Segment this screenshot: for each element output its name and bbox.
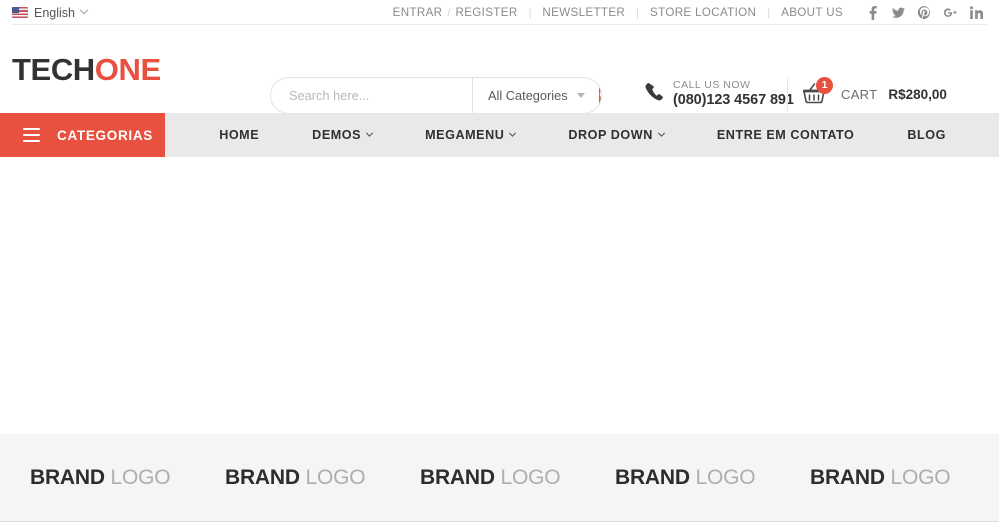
call-us-number: (080)123 4567 891 (673, 92, 794, 108)
facebook-icon[interactable] (866, 5, 879, 20)
linkedin-icon[interactable] (970, 6, 983, 20)
header-divider (787, 77, 788, 111)
social-links (866, 5, 983, 20)
brand-suffix: LOGO (695, 465, 756, 489)
brand-logo-item[interactable]: BRAND LOGO (792, 466, 987, 490)
menu-items: HOME DEMOS MEGAMENU DROP DOWN ENTRE EM C… (165, 113, 999, 157)
link-separator: | (767, 6, 771, 19)
nav-item-label: HOME (219, 128, 260, 142)
brand-name: BRAND (30, 465, 105, 489)
nav-item-megamenu[interactable]: MEGAMENU (425, 128, 568, 142)
nav-item-label: ENTRE EM CONTATO (716, 128, 855, 142)
nav-item-entre-em-contato[interactable]: ENTRE EM CONTATO (717, 128, 908, 142)
category-select[interactable]: All Categories (472, 78, 599, 113)
brand-logo-item[interactable]: BRAND LOGO (207, 466, 402, 490)
call-us-block[interactable]: CALL US NOW (080)123 4567 891 (645, 79, 794, 108)
link-separator: | (528, 6, 532, 19)
twitter-icon[interactable] (892, 6, 905, 20)
cart-count-badge: 1 (816, 77, 833, 94)
search-icon (599, 88, 601, 103)
nav-item-label: DROP DOWN (568, 128, 653, 142)
brand-suffix: LOGO (305, 465, 366, 489)
chevron-down-icon (79, 5, 89, 14)
site-logo[interactable]: TECHONE (12, 54, 161, 85)
nav-item-blog[interactable]: BLOG (907, 128, 999, 142)
nav-item-drop-down[interactable]: DROP DOWN (568, 128, 716, 142)
shopping-basket-icon: 1 (800, 77, 833, 108)
top-link-about-us[interactable]: ABOUT US (778, 6, 846, 19)
search-input[interactable] (271, 78, 472, 113)
brand-name: BRAND (225, 465, 300, 489)
logo-part-tech: TECH (12, 51, 95, 87)
brand-name: BRAND (810, 465, 885, 489)
us-flag-icon (12, 7, 28, 18)
main-navigation: CATEGORIAS HOME DEMOS MEGAMENU DROP DOWN… (0, 113, 999, 157)
top-link-newsletter[interactable]: NEWSLETTER (539, 6, 628, 19)
top-link-entrar[interactable]: ENTRAR (390, 6, 446, 19)
logo-part-one: ONE (94, 51, 161, 87)
caret-down-icon (576, 93, 585, 98)
language-selector[interactable]: English (12, 5, 89, 20)
categories-button[interactable]: CATEGORIAS (0, 113, 166, 157)
nav-item-home[interactable]: HOME (219, 128, 312, 142)
cart-block[interactable]: 1 CART R$280,00 (800, 77, 947, 108)
category-select-label: All Categories (488, 88, 568, 103)
brand-logo-item[interactable]: BRAND LOGO (12, 466, 207, 490)
search-bar: All Categories (270, 77, 602, 114)
link-slash: / (447, 6, 451, 19)
nav-item-label: BLOG (907, 128, 946, 142)
brand-suffix: LOGO (500, 465, 561, 489)
language-label: English (34, 5, 75, 20)
brand-logo-strip: BRAND LOGO BRAND LOGO BRAND LOGO BRAND L… (0, 434, 999, 522)
brand-logo-item[interactable]: BRAND LOGO (597, 466, 792, 490)
brand-suffix: LOGO (890, 465, 951, 489)
pinterest-icon[interactable] (918, 6, 931, 20)
cart-total: R$280,00 (888, 86, 947, 102)
chevron-down-icon (657, 129, 665, 137)
search-button[interactable] (598, 78, 601, 113)
nav-item-label: MEGAMENU (425, 128, 505, 142)
top-bar: English ENTRAR / REGISTER | NEWSLETTER |… (0, 0, 999, 25)
brand-name: BRAND (420, 465, 495, 489)
top-link-register[interactable]: REGISTER (452, 6, 520, 19)
brand-name: BRAND (615, 465, 690, 489)
google-plus-icon[interactable] (944, 6, 957, 20)
phone-icon (645, 82, 664, 106)
cart-label: CART (841, 86, 878, 102)
nav-item-label: DEMOS (312, 128, 362, 142)
chevron-down-icon (366, 129, 374, 137)
site-header: TECHONE All Categories CALL US NOW (080)… (0, 25, 999, 114)
hamburger-icon (23, 128, 40, 142)
categories-label: CATEGORIAS (57, 127, 154, 143)
brand-logo-item[interactable]: BRAND LOGO (402, 466, 597, 490)
content-stage (0, 157, 999, 434)
brand-suffix: LOGO (110, 465, 171, 489)
top-link-store-location[interactable]: STORE LOCATION (647, 6, 759, 19)
top-nav-links: ENTRAR / REGISTER | NEWSLETTER | STORE L… (390, 5, 989, 20)
chevron-down-icon (509, 129, 517, 137)
link-separator: | (636, 6, 640, 19)
call-us-label: CALL US NOW (673, 79, 751, 91)
nav-item-demos[interactable]: DEMOS (312, 128, 425, 142)
